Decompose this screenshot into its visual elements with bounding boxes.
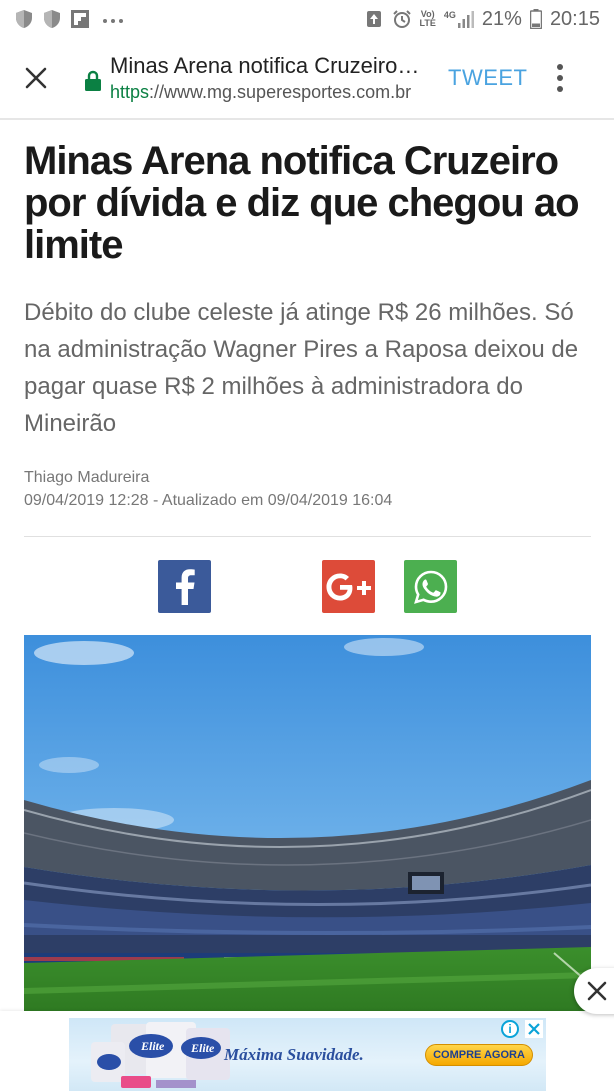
system-icons: Vo) LTE 4G 21% 20:15 [364,8,600,31]
google-plus-icon [326,573,371,600]
clock: 20:15 [549,7,600,30]
data-saver-icon [366,11,381,27]
lte-label: LTE [419,18,436,28]
signal-icon: 4G [444,10,474,28]
close-icon [528,1023,540,1035]
shield-icon [16,10,32,28]
stadium-photo [24,635,591,1011]
facebook-icon [175,568,195,605]
ad-close-button[interactable] [525,1020,543,1038]
ad-info-icon[interactable]: i [501,1020,519,1038]
article-hero-image [24,635,591,1011]
share-whatsapp-button[interactable] [404,560,457,613]
network-type-label: 4G [443,10,456,20]
url-scheme: https [110,82,150,102]
battery-icon [529,9,542,29]
divider [24,536,591,537]
article-headline: Minas Arena notifica Cruzeiro por dívida… [24,139,580,267]
url-domain: ://www.mg.superesportes.com.br [149,82,412,102]
article-dateline: 09/04/2019 12:28 - Atualizado em 09/04/2… [24,492,393,509]
lock-icon [85,70,101,91]
article-subtitle: Débito do clube celeste já atinge R$ 26 … [24,299,579,437]
status-bar: Vo) LTE 4G 21% 20:15 [0,0,614,38]
browser-toolbar: Minas Arena notifica Cruzeiro por dívida… [0,38,614,120]
volte-icon: Vo) LTE [420,10,436,28]
menu-dot [556,75,563,81]
notification-icons [14,9,124,29]
share-facebook-button[interactable] [158,560,211,613]
ad-tagline: Máxima Suavidade. [224,1045,364,1064]
ad-cta-button[interactable]: COMPRE AGORA [425,1044,533,1066]
article-author: Thiago Madureira [24,469,150,486]
svg-text:Elite: Elite [190,1041,215,1055]
close-icon [25,67,47,89]
toolbar-page-title: Minas Arena notifica Cruzeiro por dívida… [110,53,424,78]
ad-dismiss-button[interactable] [574,968,614,1014]
whatsapp-icon [413,570,447,604]
share-googleplus-button[interactable] [322,560,375,613]
overflow-menu-button[interactable] [550,58,570,98]
page-info[interactable]: Minas Arena notifica Cruzeiro por dívida… [84,52,424,104]
close-tab-button[interactable] [6,37,66,119]
svg-text:Elite: Elite [140,1039,165,1053]
tweet-button[interactable]: TWEET [448,65,528,91]
menu-dot [556,86,563,92]
signal-bars-icon [457,11,474,28]
more-notifications-icon [103,19,123,23]
shield-icon [44,10,60,28]
close-icon [587,981,607,1001]
toilet-paper-product-image: Elite Elite [91,1022,230,1088]
alarm-icon [392,10,411,28]
ad-banner[interactable]: Elite Elite Máxima Suavidade. COMPRE AGO… [69,1018,546,1091]
flipboard-icon [71,10,89,28]
battery-percentage: 21% [481,7,522,30]
menu-dot [556,64,563,70]
toolbar-url: https://www.mg.superesportes.com.br [84,70,424,104]
